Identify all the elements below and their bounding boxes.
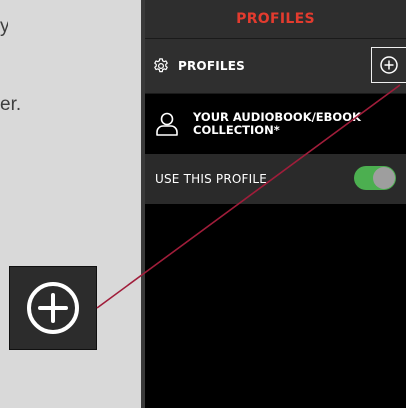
profiles-section-label: PROFILES [178, 59, 245, 73]
toggle-knob [373, 167, 395, 189]
page-title: PROFILES [145, 0, 406, 38]
instruction-text-line-2: er. [0, 94, 22, 115]
gear-icon [154, 58, 168, 73]
instruction-text-line-1: y [0, 17, 8, 37]
user-icon [156, 112, 178, 136]
use-this-profile-label: USE THIS PROFILE [155, 172, 268, 186]
use-this-profile-toggle[interactable] [354, 166, 396, 190]
use-this-profile-row: USE THIS PROFILE [145, 154, 406, 204]
collection-item[interactable]: YOUR AUDIOBOOK/EBOOK COLLECTION* [145, 94, 406, 154]
collection-label: YOUR AUDIOBOOK/EBOOK COLLECTION* [193, 110, 361, 137]
plus-circle-icon [27, 282, 79, 334]
phone-screen: PROFILES PROFILES YOUR AUDIOBOOK/EBOOK C… [141, 0, 406, 408]
add-profile-button[interactable] [371, 47, 406, 83]
callout-plus-button [9, 266, 97, 350]
plus-circle-icon [380, 56, 398, 74]
profiles-section-header: PROFILES [145, 38, 406, 94]
